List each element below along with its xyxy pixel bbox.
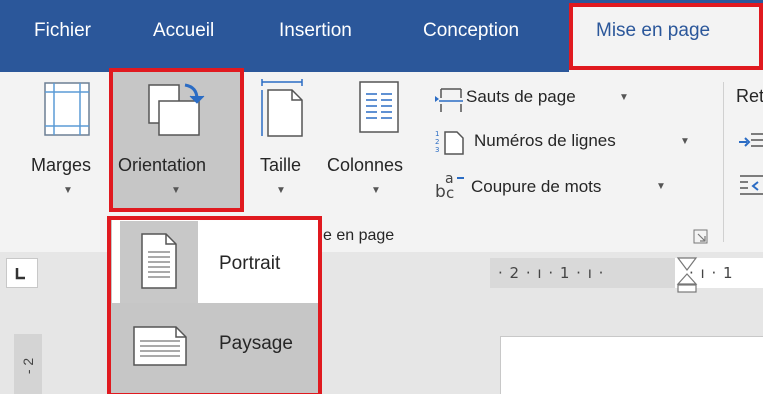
tab-selector[interactable]	[6, 258, 38, 288]
line-numbers-icon: 1 2 3	[435, 130, 464, 155]
portrait-option[interactable]: Portrait	[112, 217, 319, 303]
svg-text:3: 3	[435, 146, 439, 154]
tab-accueil[interactable]: Accueil	[153, 20, 214, 42]
indent-marker-icon[interactable]	[676, 256, 698, 294]
vruler-label: - 2	[20, 357, 37, 375]
portrait-thumbnail	[120, 221, 198, 303]
svg-text:1: 1	[435, 130, 439, 138]
columns-button[interactable]: Colonnes ▼	[322, 72, 422, 212]
line-numbers-caret-icon: ▼	[680, 136, 690, 147]
dialog-launcher-icon[interactable]	[693, 229, 709, 245]
landscape-label: Paysage	[219, 333, 293, 354]
columns-caret-icon: ▼	[371, 185, 381, 196]
line-numbers-label: Numéros de lignes	[474, 131, 616, 150]
orientation-button[interactable]: Orientation ▼	[111, 69, 242, 210]
ribbon-group-divider	[723, 82, 724, 242]
margins-label: Marges	[31, 155, 92, 175]
indent-group-label: Ret	[736, 86, 763, 106]
indent-right-icon[interactable]	[738, 172, 763, 196]
size-icon	[261, 79, 303, 137]
tab-fichier[interactable]: Fichier	[34, 20, 91, 42]
hyphenation-label: Coupure de mots	[471, 177, 602, 196]
breaks-label: Sauts de page	[466, 87, 576, 106]
orientation-caret-icon: ▼	[171, 185, 181, 196]
tab-conception[interactable]: Conception	[423, 20, 519, 42]
tab-insertion[interactable]: Insertion	[279, 20, 352, 42]
vertical-ruler[interactable]: - 2	[14, 334, 42, 394]
landscape-page-icon	[133, 326, 187, 366]
portrait-page-icon	[141, 233, 177, 289]
svg-text:2: 2	[435, 138, 439, 146]
landscape-option[interactable]: Paysage	[112, 303, 319, 394]
breaks-button[interactable]: Sauts de page ▼	[433, 82, 683, 114]
columns-icon	[359, 81, 399, 133]
size-caret-icon: ▼	[276, 185, 286, 196]
indent-left-icon[interactable]	[738, 130, 763, 154]
breaks-icon	[435, 88, 463, 112]
tab-mise-en-page-label: Mise en page	[596, 20, 711, 41]
size-label: Taille	[260, 155, 302, 175]
margins-caret-icon: ▼	[63, 185, 73, 196]
hyphenation-button[interactable]: b c a Coupure de mots ▼	[433, 169, 693, 203]
page-setup-group-label: e en page	[323, 227, 395, 244]
size-button[interactable]: Taille ▼	[246, 72, 316, 212]
portrait-label: Portrait	[219, 253, 281, 274]
ruler-ticks: · 2 · ı · 1 · ı ·	[498, 264, 605, 282]
margins-icon	[44, 82, 90, 136]
line-numbers-button[interactable]: 1 2 3 Numéros de lignes ▼	[433, 126, 703, 158]
orientation-icon	[148, 83, 205, 136]
orientation-dropdown: Portrait Paysage	[111, 217, 319, 394]
margins-button[interactable]: Marges ▼	[0, 72, 110, 212]
ribbon-tab-bar: Fichier Accueil Insertion Conception Mis…	[0, 0, 763, 72]
left-tab-stop-icon	[15, 268, 25, 280]
svg-text:a: a	[445, 171, 454, 187]
hyphenation-caret-icon: ▼	[656, 181, 666, 192]
tab-mise-en-page[interactable]: Mise en page	[569, 7, 763, 72]
hyphenation-icon: b c a	[435, 171, 464, 201]
columns-label: Colonnes	[327, 155, 404, 175]
document-page[interactable]	[500, 336, 763, 394]
orientation-label: Orientation	[118, 155, 207, 175]
breaks-caret-icon: ▼	[619, 92, 629, 103]
